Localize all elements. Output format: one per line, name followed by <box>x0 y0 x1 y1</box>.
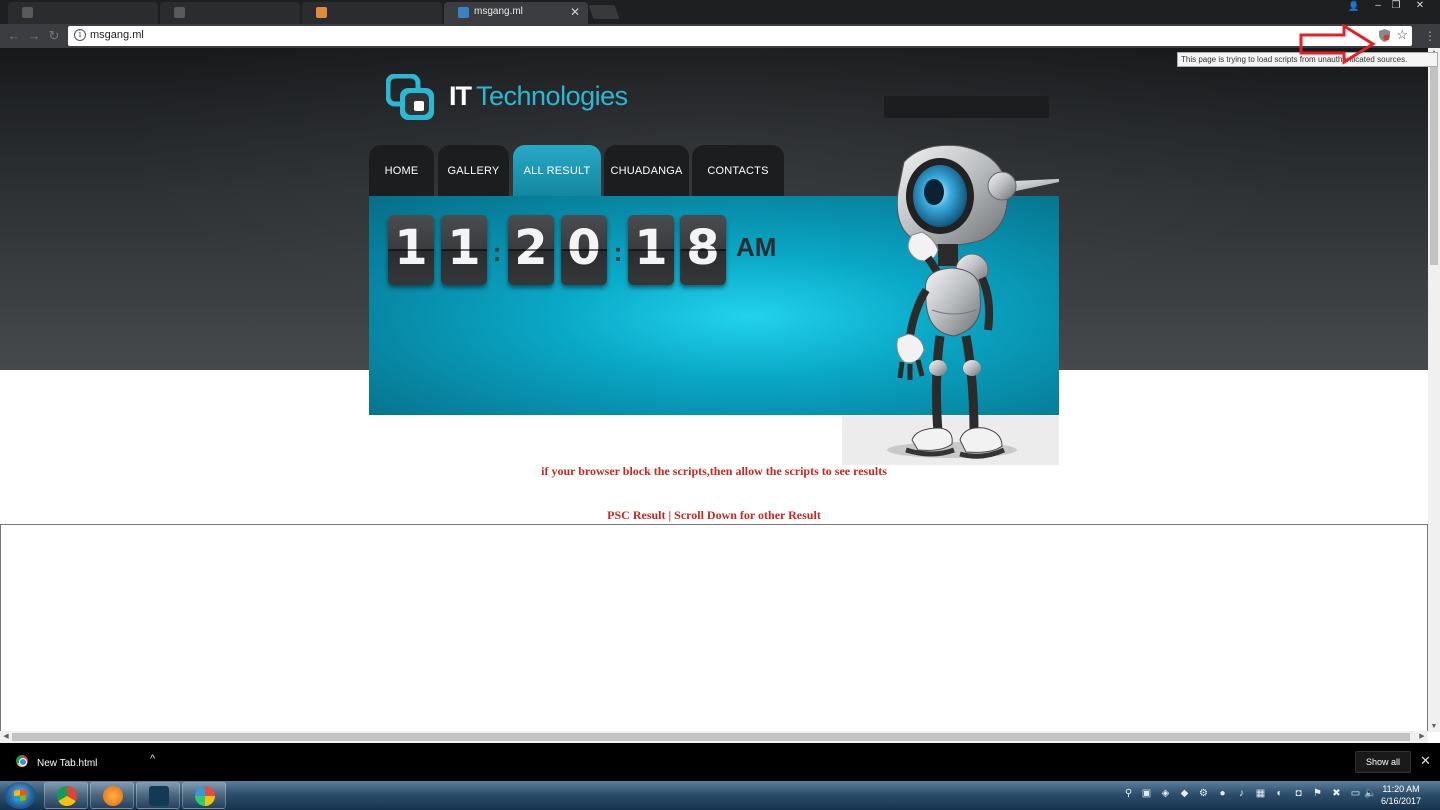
clock-digit: 1 <box>628 215 674 285</box>
restore-button[interactable]: ❐ <box>1386 0 1406 14</box>
clock-separator: : <box>613 237 623 267</box>
clock-digit: 2 <box>508 215 554 285</box>
tray-app-icon[interactable]: ▦ <box>1254 787 1267 800</box>
downloads-shelf: New Tab.html ^ Show all ✕ <box>0 743 1440 781</box>
site-logo[interactable]: IT Technologies <box>386 74 686 124</box>
browser-tab[interactable] <box>160 2 300 24</box>
header-placeholder-box <box>884 96 1049 118</box>
start-button[interactable] <box>4 782 36 809</box>
taskbar-photos[interactable] <box>182 782 226 809</box>
clock-digit: 0 <box>561 215 607 285</box>
clock-digit: 8 <box>680 215 726 285</box>
robot-illustration <box>842 144 1059 465</box>
tab-favicon <box>22 7 33 18</box>
chrome-file-icon <box>16 755 28 767</box>
taskbar-uc-browser[interactable] <box>90 782 134 809</box>
url-text[interactable]: msgang.ml <box>90 29 144 41</box>
vertical-scroll-thumb[interactable] <box>1430 60 1438 265</box>
tray-app-icon[interactable]: ◈ <box>1159 787 1172 800</box>
clock-ampm: AM <box>736 232 777 262</box>
nav-all-result[interactable]: ALL RESULT <box>513 145 601 197</box>
chrome-icon <box>57 786 77 806</box>
tray-app-icon[interactable]: ◐ <box>1273 787 1286 800</box>
taskbar-app[interactable] <box>136 782 180 809</box>
site-info-icon[interactable]: i <box>74 29 86 41</box>
forward-icon[interactable]: → <box>26 28 42 44</box>
download-item[interactable]: New Tab.html ^ <box>10 752 170 774</box>
search-icon[interactable]: ⚲ <box>1122 787 1135 800</box>
action-center-flag-icon[interactable]: ⚑ <box>1311 787 1324 800</box>
logo-mark-icon <box>386 74 434 120</box>
taskbar-chrome[interactable] <box>44 782 88 809</box>
volume-icon[interactable]: 🔈 <box>1364 787 1377 800</box>
tab-favicon <box>174 7 185 18</box>
nav-chuadanga[interactable]: CHUADANGA <box>604 145 689 197</box>
app-icon <box>149 786 169 806</box>
horizontal-scrollbar[interactable]: ◀ ▶ <box>0 731 1428 743</box>
red-arrow-annotation <box>1299 24 1376 65</box>
clock-digit: 1 <box>388 215 434 285</box>
browser-tab-strip: msgang.ml ✕ 👤 – ❐ ✕ <box>0 0 1440 24</box>
vertical-scrollbar[interactable]: ▲ ▼ <box>1428 48 1440 732</box>
psc-result-link[interactable]: PSC Result | Scroll Down for other Resul… <box>0 508 1428 523</box>
tray-app-icon[interactable]: ✖ <box>1330 787 1343 800</box>
tab-favicon <box>458 7 469 18</box>
tab-title: msgang.ml <box>474 6 523 17</box>
browser-tab-active[interactable]: msgang.ml ✕ <box>444 2 588 24</box>
tab-favicon <box>316 7 327 18</box>
close-shelf-icon[interactable]: ✕ <box>1420 753 1431 769</box>
network-icon[interactable]: ▭ <box>1349 787 1362 800</box>
browser-toolbar: ← → ↻ i msgang.ml ☆ ⋮ <box>0 24 1440 48</box>
scroll-right-icon[interactable]: ▶ <box>1416 731 1428 743</box>
clock-separator: : <box>492 237 502 267</box>
script-notice-text: if your browser block the scripts,then a… <box>541 464 887 478</box>
taskbar-date[interactable]: 6/16/2017 <box>1378 796 1424 806</box>
new-tab-button[interactable] <box>588 5 620 19</box>
nav-gallery[interactable]: GALLERY <box>438 145 509 197</box>
browser-tab[interactable] <box>8 2 158 24</box>
browser-menu-icon[interactable]: ⋮ <box>1424 28 1436 44</box>
results-iframe[interactable] <box>0 524 1428 732</box>
nav-contacts[interactable]: CONTACTS <box>692 145 784 197</box>
photos-icon <box>195 786 215 806</box>
tray-app-icon[interactable]: ● <box>1216 787 1229 800</box>
horizontal-scroll-thumb[interactable] <box>12 733 1410 741</box>
browser-tab[interactable] <box>302 2 442 24</box>
scroll-down-icon[interactable]: ▼ <box>1428 722 1440 732</box>
taskbar-time[interactable]: 11:20 AM <box>1378 784 1424 794</box>
back-icon[interactable]: ← <box>6 28 22 44</box>
minimize-button[interactable]: – <box>1368 0 1388 14</box>
tray-app-icon[interactable]: ◘ <box>1292 787 1305 800</box>
blocked-scripts-shield-icon[interactable] <box>1378 29 1390 43</box>
bookmark-star-icon[interactable]: ☆ <box>1396 27 1408 43</box>
close-window-button[interactable]: ✕ <box>1410 0 1430 14</box>
windows-taskbar: ⚲ ▣ ◈ ◆ ⚙ ● ♪ ▦ ◐ ◘ ⚑ ✖ ▭ 🔈 11:20 AM 6/1… <box>0 781 1440 810</box>
scroll-left-icon[interactable]: ◀ <box>0 731 12 743</box>
tab-close-icon[interactable]: ✕ <box>570 2 580 22</box>
show-all-button[interactable]: Show all <box>1355 751 1411 773</box>
tray-app-icon[interactable]: ⚙ <box>1197 787 1210 800</box>
address-bar[interactable]: i msgang.ml ☆ <box>68 26 1412 46</box>
profile-icon[interactable]: 👤 <box>1344 0 1364 14</box>
tray-app-icon[interactable]: ◆ <box>1178 787 1191 800</box>
clock-digit: 1 <box>441 215 487 285</box>
tray-app-icon[interactable]: ♪ <box>1235 787 1248 800</box>
chevron-up-icon[interactable]: ^ <box>150 753 155 765</box>
uc-browser-icon <box>103 786 123 806</box>
reload-icon[interactable]: ↻ <box>46 28 62 44</box>
download-filename: New Tab.html <box>37 758 98 769</box>
page-viewport: IT Technologies HOME GALLERY ALL RESULT … <box>0 48 1428 732</box>
nav-home[interactable]: HOME <box>369 145 434 197</box>
logo-technologies-text: Technologies <box>476 81 628 111</box>
logo-it-text: IT <box>449 81 472 111</box>
tray-app-icon[interactable]: ▣ <box>1140 787 1153 800</box>
